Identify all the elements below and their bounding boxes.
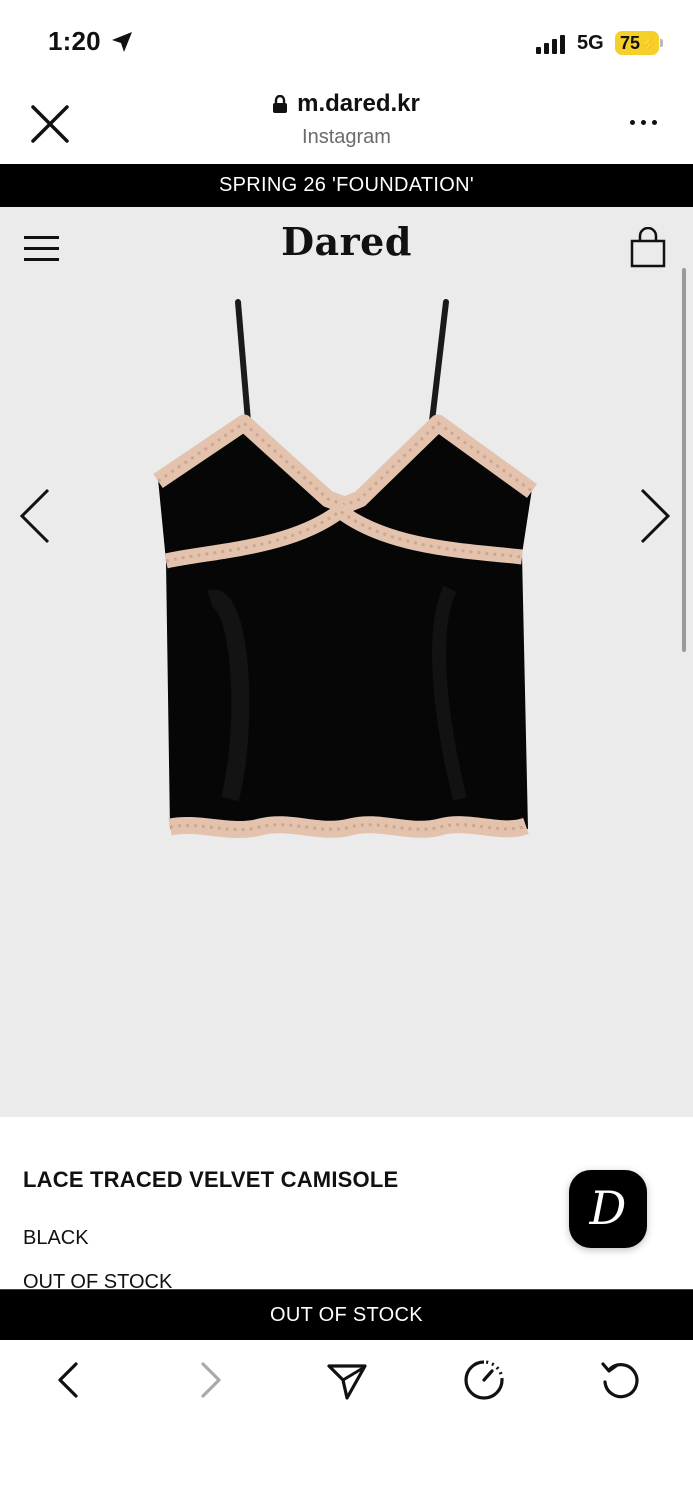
site-header: Dared (0, 207, 693, 279)
battery-indicator: 75⚡ (615, 31, 659, 55)
charging-bolt-icon: ⚡ (640, 36, 658, 52)
status-bar: 1:20 5G 75⚡ (0, 0, 693, 84)
chat-logo-icon: D (589, 1181, 627, 1235)
network-label: 5G (577, 32, 604, 54)
location-arrow-icon (112, 32, 132, 52)
stock-status: OUT OF STOCK (23, 1271, 173, 1289)
more-icon[interactable] (624, 114, 664, 134)
browser-header: m.dared.kr Instagram (0, 84, 693, 164)
scrollbar[interactable] (682, 268, 686, 652)
back-icon[interactable] (48, 1358, 92, 1402)
url-bar[interactable]: m.dared.kr Instagram (0, 90, 693, 149)
url-domain: m.dared.kr (297, 90, 420, 117)
product-image (153, 299, 537, 838)
shopping-bag-icon[interactable] (629, 227, 667, 269)
brand-logo[interactable]: Dared (0, 219, 693, 264)
signal-icon (536, 34, 568, 54)
forward-icon[interactable] (187, 1358, 231, 1402)
status-time: 1:20 (48, 26, 101, 56)
url-source: Instagram (302, 126, 391, 148)
product-color: BLACK (23, 1227, 89, 1249)
battery-level: 75 (620, 33, 641, 53)
lock-icon (273, 95, 288, 113)
out-of-stock-button[interactable]: OUT OF STOCK (0, 1289, 693, 1340)
chevron-right-icon[interactable] (638, 486, 674, 546)
browser-toolbar (0, 1340, 693, 1500)
reload-icon[interactable] (599, 1358, 643, 1402)
share-icon[interactable] (325, 1358, 369, 1402)
battery-cap (660, 39, 663, 47)
speed-icon[interactable] (462, 1358, 506, 1402)
chat-button[interactable]: D (569, 1170, 647, 1248)
product-gallery[interactable] (0, 279, 693, 1117)
product-title: LACE TRACED VELVET CAMISOLE (23, 1167, 399, 1192)
announcement-banner[interactable]: SPRING 26 'FOUNDATION' (0, 164, 693, 207)
chevron-left-icon[interactable] (18, 486, 54, 546)
